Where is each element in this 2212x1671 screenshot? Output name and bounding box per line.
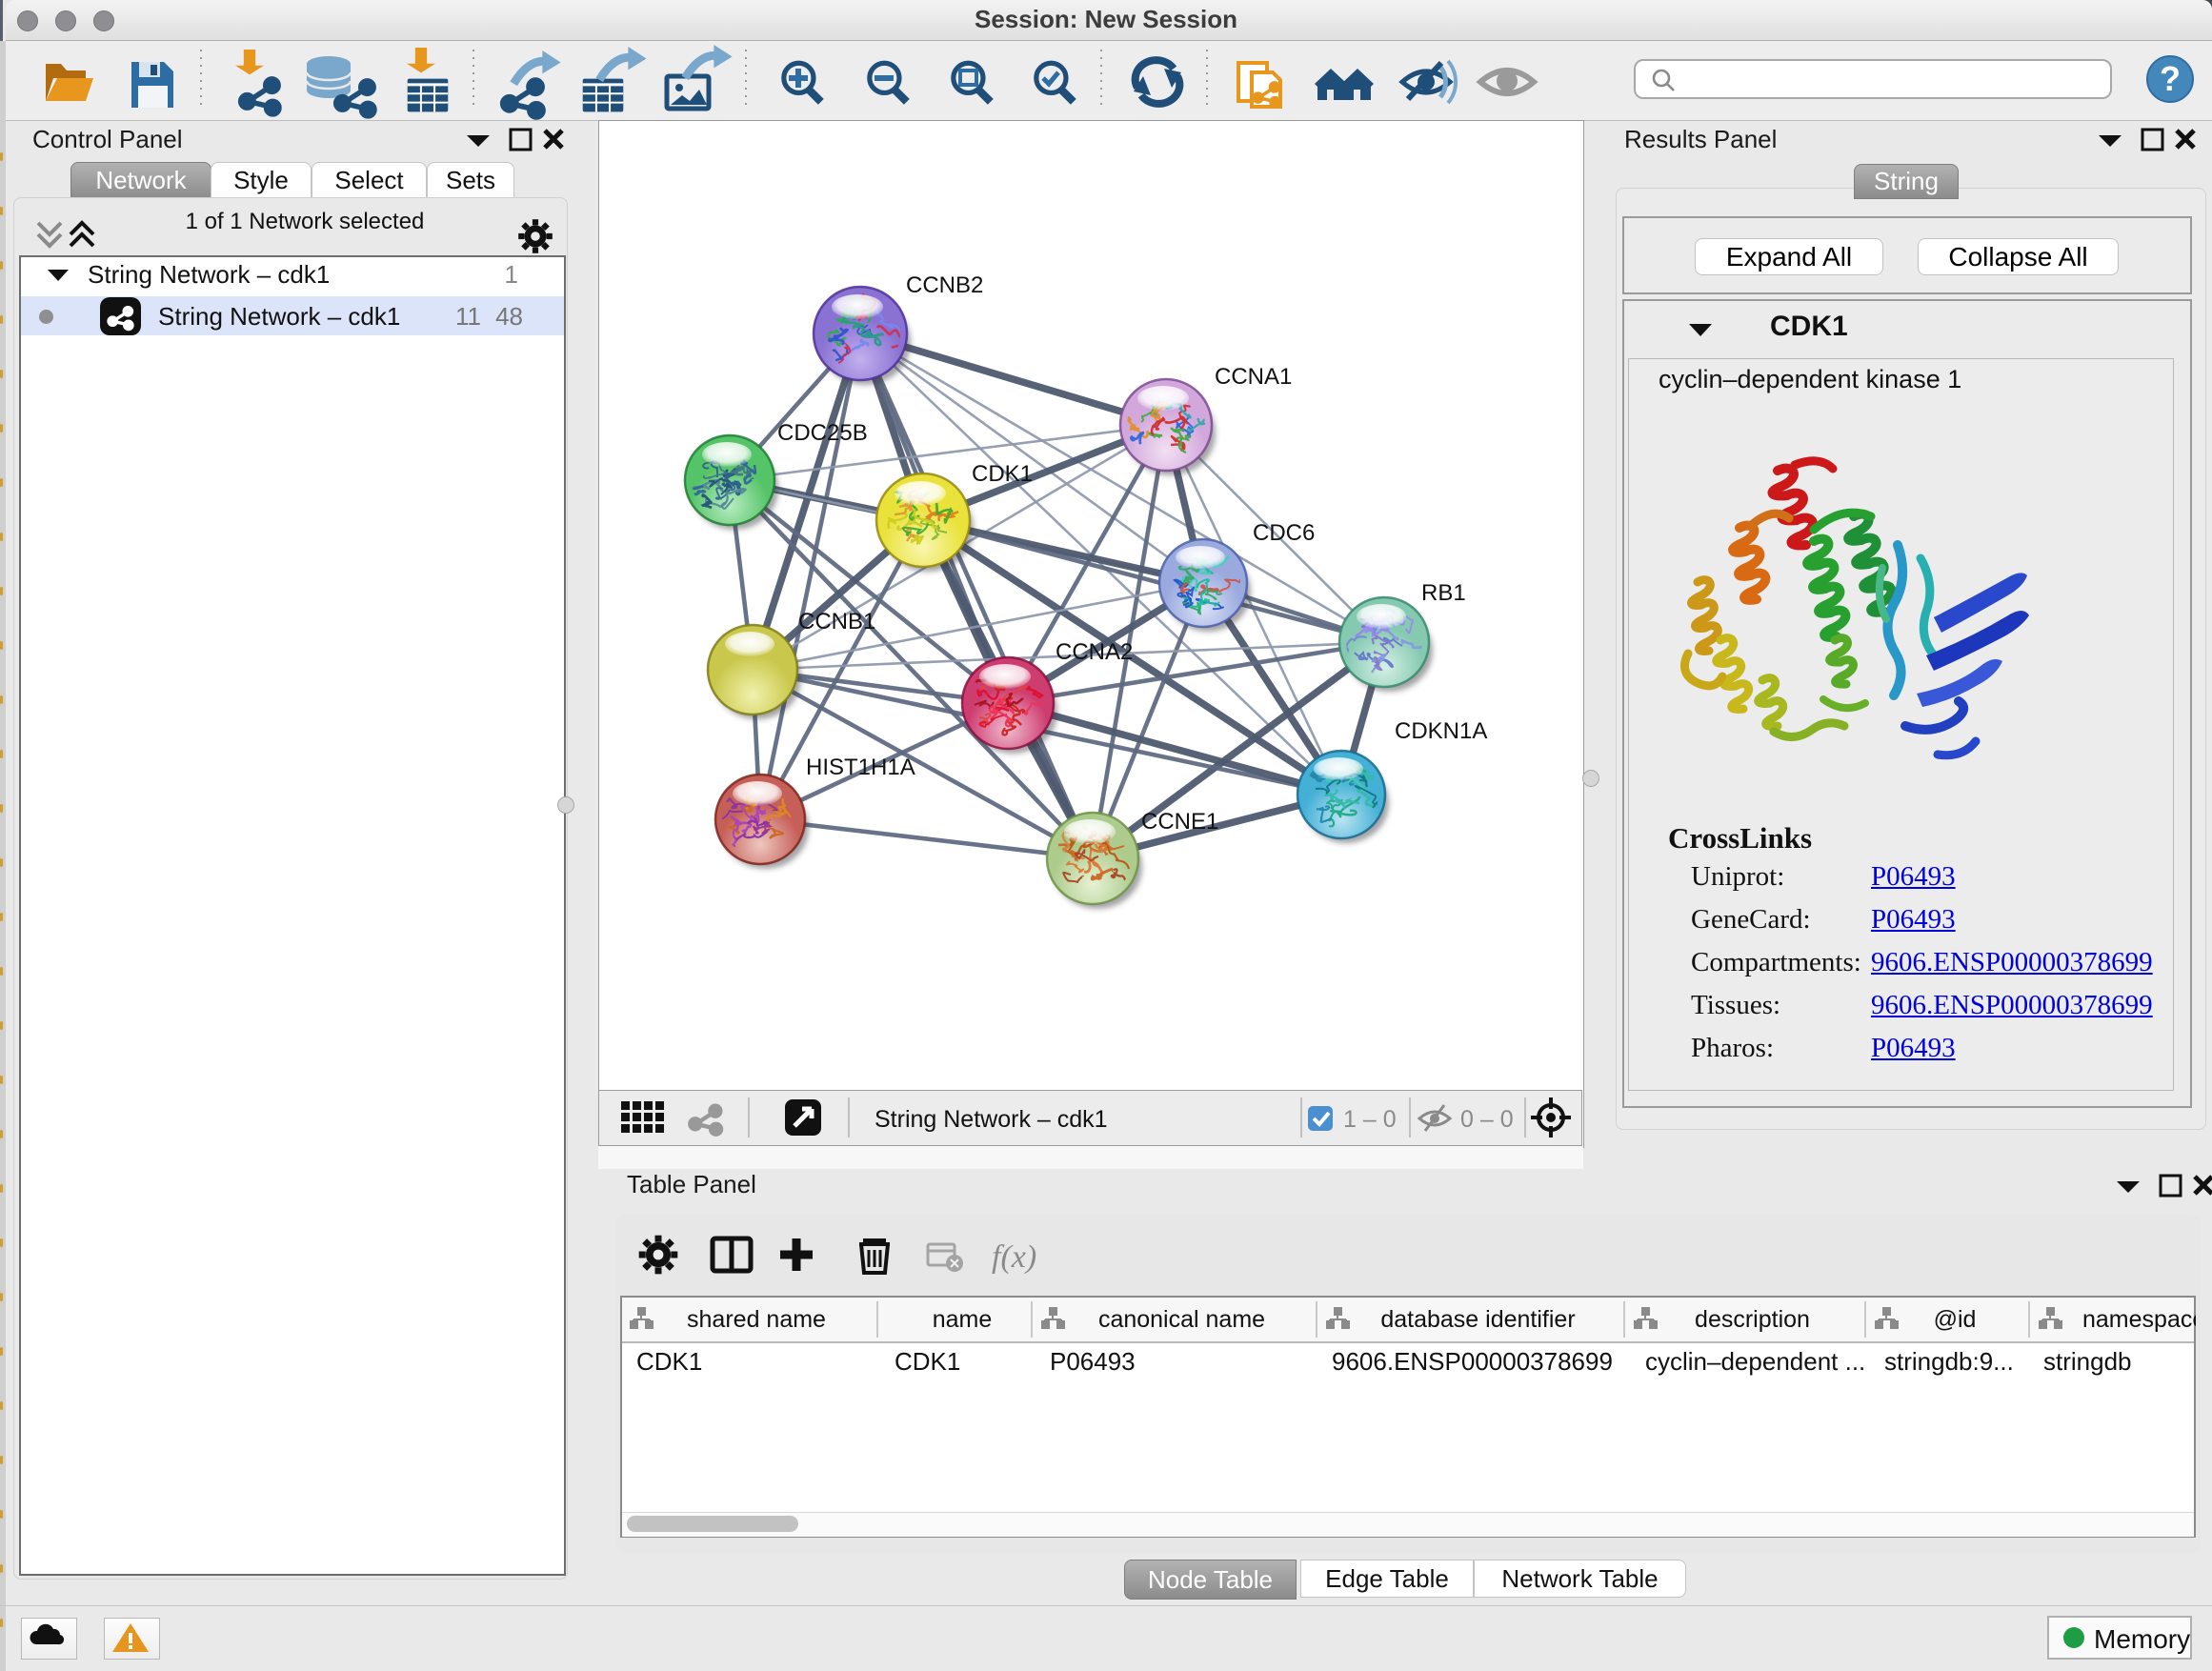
svg-text:?: ? [2160, 59, 2181, 98]
svg-text:0 – 0: 0 – 0 [1460, 1106, 1514, 1133]
svg-text:name: name [933, 1306, 993, 1333]
svg-text:CDK1: CDK1 [972, 461, 1033, 487]
svg-text:CCNE1: CCNE1 [1141, 809, 1218, 835]
svg-text:canonical name: canonical name [1098, 1306, 1265, 1333]
svg-text:f(x): f(x) [992, 1239, 1036, 1275]
svg-text:description: description [1695, 1306, 1810, 1333]
svg-text:HIST1H1A: HIST1H1A [806, 755, 915, 780]
svg-text:@id: @id [1934, 1306, 1977, 1333]
svg-text:CDC25B: CDC25B [777, 420, 868, 446]
svg-text:CDC6: CDC6 [1253, 520, 1315, 546]
svg-text:CDKN1A: CDKN1A [1395, 718, 1487, 744]
svg-text:String Network – cdk1: String Network – cdk1 [875, 1106, 1108, 1133]
svg-text:CCNB1: CCNB1 [798, 609, 875, 634]
svg-text:1 – 0: 1 – 0 [1343, 1106, 1397, 1133]
svg-text:CCNA2: CCNA2 [1056, 639, 1133, 665]
svg-text:namespace: namespace [2082, 1306, 2196, 1333]
svg-text:CCNB2: CCNB2 [906, 272, 983, 298]
svg-text:shared name: shared name [687, 1306, 826, 1333]
svg-text:RB1: RB1 [1421, 580, 1466, 606]
svg-text:CCNA1: CCNA1 [1215, 364, 1292, 390]
svg-text:database identifier: database identifier [1380, 1306, 1575, 1333]
